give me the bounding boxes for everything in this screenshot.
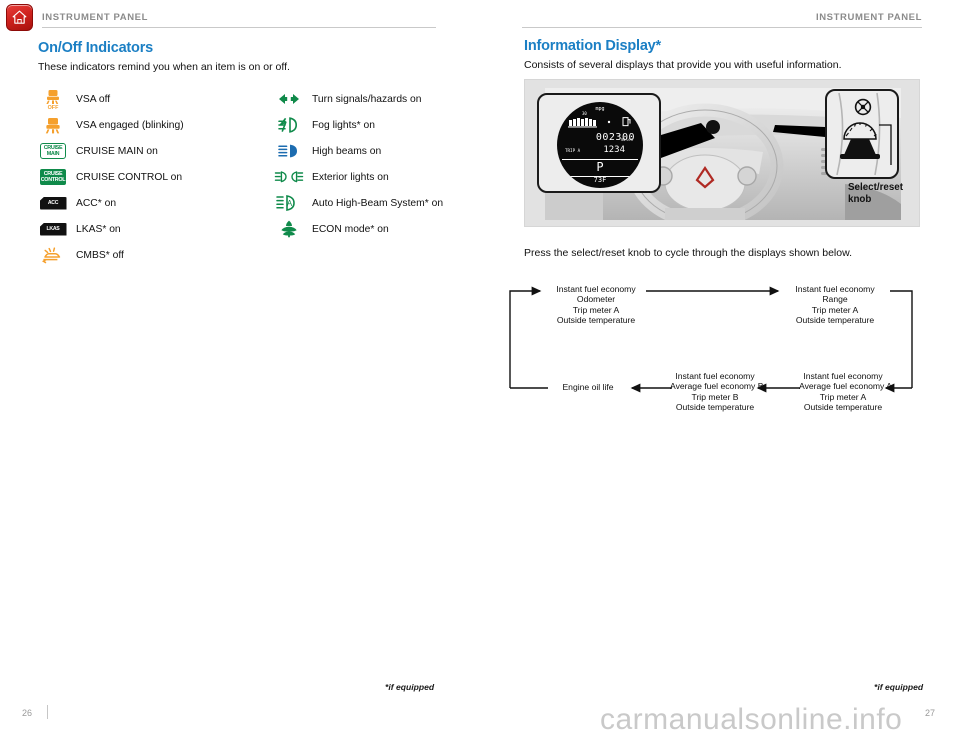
svg-text:A: A <box>287 199 293 208</box>
indicator-turn-signals: Turn signals/hazards on <box>272 86 443 112</box>
flow-node-line: Instant fuel economy <box>556 284 636 294</box>
indicator-column-1: OFF VSA off VSA engaged (blinking) CRUIS… <box>36 86 184 268</box>
flow-node-line: Average fuel economy B <box>670 381 764 392</box>
flow-node-line: Outside temperature <box>675 402 755 413</box>
indicator-label: LKAS* on <box>76 223 121 235</box>
indicator-label: ACC* on <box>76 197 117 209</box>
acc-badge: ACC <box>36 191 70 215</box>
flow-node-line: Instant fuel economy <box>675 371 755 381</box>
indicator-vsa-engaged: VSA engaged (blinking) <box>36 112 184 138</box>
page-divider <box>47 705 48 719</box>
callout-line-2: knob <box>848 194 872 205</box>
flow-node-line: Trip meter A <box>572 304 620 315</box>
indicator-label: High beams on <box>312 145 382 157</box>
right-page: Information Display* Consists of several… <box>480 0 960 738</box>
svg-text:OFF: OFF <box>48 105 59 110</box>
indicator-column-2: Turn signals/hazards on Fog lights* on H… <box>272 86 443 242</box>
cmbs-off-icon <box>36 243 70 267</box>
indicator-label: VSA engaged (blinking) <box>76 119 184 131</box>
flow-node-1: Instant fuel economy Odometer Trip meter… <box>544 284 648 326</box>
flow-node-2: Instant fuel economy Range Trip meter A … <box>783 284 887 326</box>
indicator-econ-mode: ECON mode* on <box>272 216 443 242</box>
econ-leaf-icon <box>272 217 306 241</box>
left-page: On/Off Indicators These indicators remin… <box>0 0 480 738</box>
flow-node-line: Odometer <box>576 294 616 305</box>
indicator-label: ECON mode* on <box>312 223 389 235</box>
flow-node-line: Outside temperature <box>556 315 636 326</box>
flow-node-line: Instant fuel economy <box>803 371 883 381</box>
badge-line-2: MAIN <box>46 151 60 157</box>
lkas-badge: LKAS <box>36 217 70 241</box>
vsa-engaged-icon <box>36 113 70 137</box>
flow-node-line: Trip meter B <box>691 391 739 402</box>
indicator-label: CRUISE MAIN on <box>76 145 158 157</box>
indicator-label: Auto High-Beam System* on <box>312 197 444 209</box>
indicator-exterior-lights: Exterior lights on <box>272 164 443 190</box>
indicator-cruise-main: CRUISE MAIN CRUISE MAIN on <box>36 138 184 164</box>
auto-high-beam-icon: A <box>272 191 306 215</box>
indicator-label: CMBS* off <box>76 249 124 261</box>
indicator-cmbs-off: CMBS* off <box>36 242 184 268</box>
indicator-label: Turn signals/hazards on <box>312 93 422 105</box>
indicator-cruise-control: CRUISE CONTROL CRUISE CONTROL on <box>36 164 184 190</box>
display-cycle-flow-diagram: Instant fuel economy Odometer Trip meter… <box>500 278 940 418</box>
cruise-control-badge: CRUISE CONTROL <box>36 165 70 189</box>
indicator-label: Exterior lights on <box>312 171 389 183</box>
flow-node-line: Average fuel economy A <box>799 381 892 392</box>
indicator-high-beams: High beams on <box>272 138 443 164</box>
manual-page-spread: INSTRUMENT PANEL INSTRUMENT PANEL On/Off… <box>0 0 960 738</box>
instruction-text: Press the select/reset knob to cycle thr… <box>524 246 853 259</box>
flow-node-5: Engine oil life <box>544 382 632 392</box>
flow-node-line: Instant fuel economy <box>795 284 875 294</box>
exterior-lights-icon <box>272 165 306 189</box>
cruise-main-badge: CRUISE MAIN <box>36 139 70 163</box>
indicator-fog-lights: Fog lights* on <box>272 112 443 138</box>
badge-line-1: ACC <box>47 199 59 206</box>
flow-node-4: Instant fuel economy Average fuel econom… <box>670 371 764 413</box>
flow-node-line: Range <box>822 294 848 305</box>
badge-line-2: CONTROL <box>40 177 66 183</box>
right-page-heading: Information Display* <box>524 38 661 54</box>
badge-line-1: LKAS <box>46 225 60 232</box>
page-number-right: 27 <box>925 708 936 718</box>
site-watermark: carmanualsonline.info <box>600 703 903 736</box>
left-page-heading: On/Off Indicators <box>38 40 154 56</box>
turn-signal-arrows-icon <box>272 87 306 111</box>
fog-light-icon <box>272 113 306 137</box>
callout-line-1: Select/reset <box>848 182 904 193</box>
flow-node-3: Instant fuel economy Average fuel econom… <box>799 371 892 413</box>
indicator-label: CRUISE CONTROL on <box>76 171 183 183</box>
select-reset-knob-label: Select/reset knob <box>848 182 903 206</box>
indicator-lkas: LKAS LKAS* on <box>36 216 184 242</box>
vsa-off-icon: OFF <box>36 87 70 111</box>
indicator-vsa-off: OFF VSA off <box>36 86 184 112</box>
indicator-label: Fog lights* on <box>312 119 375 131</box>
high-beam-icon <box>272 139 306 163</box>
left-page-subtitle: These indicators remind you when an item… <box>38 61 290 73</box>
flow-node-line: Outside temperature <box>803 402 883 413</box>
indicator-acc: ACC ACC* on <box>36 190 184 216</box>
footnote-left: *if equipped <box>385 682 435 692</box>
page-number-left: 26 <box>22 708 33 718</box>
flow-node-line: Engine oil life <box>562 382 614 392</box>
flow-node-line: Trip meter A <box>811 304 859 315</box>
footnote-right: *if equipped <box>874 682 924 692</box>
flow-node-line: Trip meter A <box>819 391 867 402</box>
flow-node-line: Outside temperature <box>795 315 875 326</box>
right-page-subtitle: Consists of several displays that provid… <box>524 59 842 71</box>
indicator-auto-high-beam: A Auto High-Beam System* on <box>272 190 443 216</box>
indicator-label: VSA off <box>76 93 111 105</box>
